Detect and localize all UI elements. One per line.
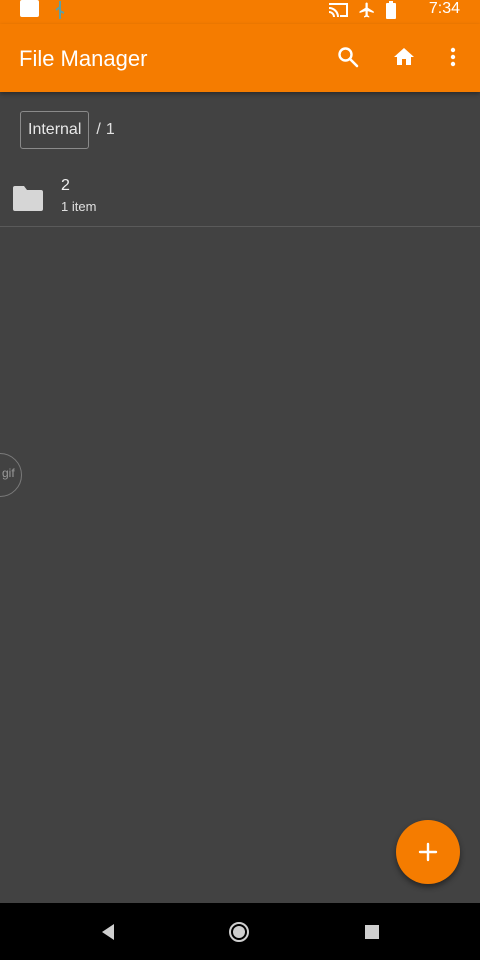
file-item-count: 1 item	[61, 199, 97, 214]
more-vert-icon	[450, 47, 456, 67]
status-bar: 7:34	[0, 0, 480, 24]
status-icons	[328, 1, 396, 19]
more-options-button[interactable]	[440, 44, 466, 70]
breadcrumb-internal[interactable]: Internal	[20, 111, 90, 149]
airplane-mode-icon	[359, 2, 374, 18]
home-icon	[394, 48, 414, 65]
nav-home-button[interactable]	[228, 921, 250, 943]
screen: 7:34 File Manager Internal / 1 2 1 item …	[0, 0, 480, 960]
home-circle-icon	[229, 922, 249, 942]
breadcrumb: Internal / 1	[20, 111, 115, 149]
file-name: 2	[61, 177, 70, 194]
breadcrumb-current[interactable]: 1	[106, 121, 115, 139]
breadcrumb-separator: /	[96, 121, 101, 138]
search-button[interactable]	[335, 44, 361, 70]
battery-icon	[386, 1, 396, 19]
add-fab-button[interactable]	[396, 820, 460, 884]
notification-square-icon	[20, 0, 39, 17]
nav-back-button[interactable]	[97, 921, 119, 943]
list-item[interactable]: 2 1 item	[0, 168, 480, 227]
usb-icon	[55, 1, 65, 19]
search-icon	[338, 47, 359, 68]
recents-icon	[365, 925, 379, 939]
folder-icon	[13, 186, 43, 211]
home-button[interactable]	[391, 44, 417, 70]
app-bar: File Manager	[0, 24, 480, 92]
edge-handle-label: gif	[2, 466, 15, 480]
status-time: 7:34	[428, 0, 460, 17]
back-icon	[102, 924, 114, 940]
cast-icon	[328, 3, 348, 18]
system-nav-bar	[0, 903, 480, 960]
plus-icon	[418, 842, 438, 862]
app-title: File Manager	[19, 46, 148, 71]
nav-recents-button[interactable]	[361, 921, 383, 943]
